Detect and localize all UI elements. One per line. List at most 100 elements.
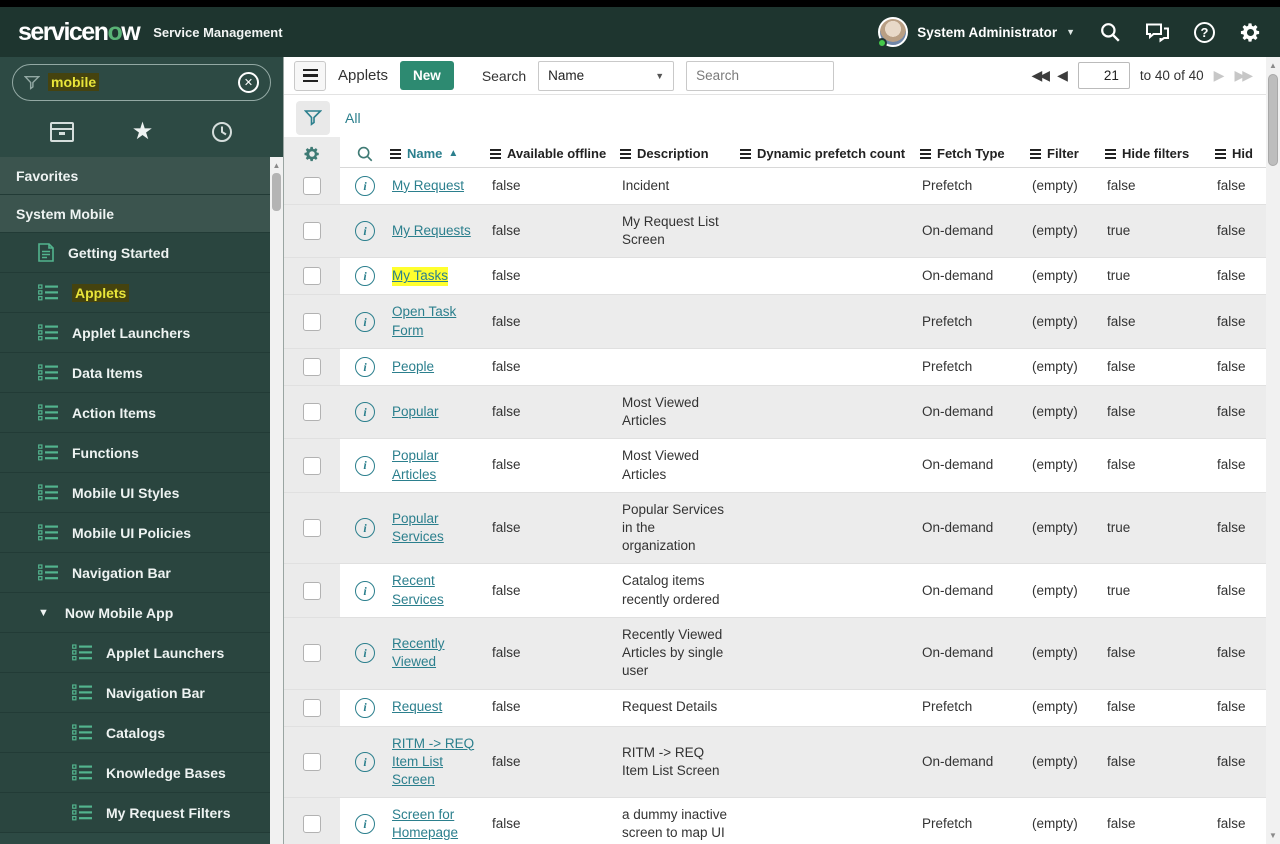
filter-navigator-input[interactable]: mobile ✕ <box>12 63 271 101</box>
sidebar-item-mobile-ui-styles[interactable]: Mobile UI Styles <box>0 473 270 513</box>
applet-name-link[interactable]: My Requests <box>392 222 471 240</box>
table-row: i Popular Services false Popular Services i… <box>284 492 1266 565</box>
row-checkbox[interactable] <box>303 698 321 717</box>
global-search-icon[interactable] <box>1099 21 1121 43</box>
row-checkbox[interactable] <box>303 177 321 195</box>
row-select-cell <box>284 726 340 798</box>
applet-name-link[interactable]: Popular Articles <box>392 447 482 483</box>
personalize-list-gear-icon[interactable] <box>284 136 340 171</box>
applet-name-link[interactable]: My Tasks <box>392 267 449 286</box>
sidebar-item-data-items[interactable]: Data Items <box>0 353 270 393</box>
row-checkbox[interactable] <box>303 815 321 834</box>
info-icon[interactable]: i <box>355 751 375 772</box>
applet-name-link[interactable]: Recent Services <box>392 572 482 608</box>
row-checkbox[interactable] <box>303 222 321 241</box>
cell-available-offline: false <box>492 753 521 769</box>
row-checkbox[interactable] <box>303 403 321 422</box>
info-icon[interactable]: i <box>355 697 375 718</box>
applet-name-link[interactable]: Open Task Form <box>392 303 482 339</box>
info-icon[interactable]: i <box>355 311 375 332</box>
cell-available-offline: false <box>492 223 521 239</box>
applet-name-link[interactable]: People <box>392 358 434 376</box>
table-row: i Recently Viewed false Recently Viewed Art… <box>284 617 1266 690</box>
list-icon <box>72 684 92 701</box>
column-header-dynamic[interactable]: Dynamic prefetch count <box>740 146 920 161</box>
nav-toggle-now-mobile-app[interactable]: ▼ Now Mobile App <box>0 593 270 633</box>
info-icon[interactable]: i <box>355 814 375 835</box>
row-checkbox[interactable] <box>303 644 321 663</box>
applet-name-link[interactable]: Request <box>392 698 442 716</box>
row-number-input[interactable] <box>1077 62 1130 89</box>
info-icon[interactable]: i <box>355 176 375 196</box>
sidebar-item-knowledge-bases[interactable]: Knowledge Bases <box>0 753 270 793</box>
tab-favorites[interactable]: ★ <box>132 120 154 144</box>
sidebar-item-applet-launchers[interactable]: Applet Launchers <box>0 313 270 353</box>
sidebar-item-label: Action Items <box>72 404 157 421</box>
row-checkbox[interactable] <box>303 752 321 771</box>
column-header-filter[interactable]: Filter <box>1030 146 1105 161</box>
list-context-menu-button[interactable] <box>294 60 326 91</box>
info-icon[interactable]: i <box>355 402 375 423</box>
list-search-input[interactable] <box>686 60 835 91</box>
sidebar-item-navigation-bar[interactable]: Navigation Bar <box>0 673 270 713</box>
scroll-up-icon[interactable]: ▲ <box>1266 59 1280 72</box>
sidebar-item-navigation-bar[interactable]: Navigation Bar <box>0 553 270 593</box>
scroll-up-icon[interactable]: ▲ <box>270 159 283 172</box>
column-header-desc[interactable]: Description <box>620 146 740 161</box>
sidebar-item-getting-started[interactable]: Getting Started <box>0 233 270 273</box>
clear-search-icon[interactable]: ✕ <box>238 71 259 93</box>
row-checkbox[interactable] <box>303 456 321 475</box>
previous-page-button[interactable]: ◀ <box>1057 67 1068 84</box>
info-icon[interactable]: i <box>355 518 375 539</box>
info-icon[interactable]: i <box>355 221 375 242</box>
sidebar-item-catalogs[interactable]: Catalogs <box>0 713 270 753</box>
sidebar-item-action-items[interactable]: Action Items <box>0 393 270 433</box>
applet-name-link[interactable]: Popular Services <box>392 510 482 546</box>
first-page-button[interactable]: ◀◀ <box>1032 67 1050 84</box>
row-checkbox[interactable] <box>303 357 321 376</box>
search-field-select[interactable]: Name ▼ <box>538 60 675 91</box>
filter-toggle-button[interactable] <box>296 100 330 135</box>
row-checkbox[interactable] <box>303 312 321 331</box>
scroll-down-icon[interactable]: ▼ <box>1266 829 1280 842</box>
breadcrumb-all-link[interactable]: All <box>345 110 361 126</box>
sidebar-scroll-thumb[interactable] <box>272 173 281 211</box>
info-icon[interactable]: i <box>355 455 375 476</box>
nav-toggle-label: Now Mobile App <box>64 604 174 621</box>
list-scroll-thumb[interactable] <box>1268 74 1278 166</box>
info-icon[interactable]: i <box>355 356 375 377</box>
cell-name: My Requests <box>390 205 490 257</box>
table-row: i My Requests false My Request List Screen O… <box>284 205 1266 259</box>
column-header-fetch[interactable]: Fetch Type <box>920 146 1030 161</box>
list-search-icon[interactable] <box>340 137 390 171</box>
sidebar-item-mobile-ui-policies[interactable]: Mobile UI Policies <box>0 513 270 553</box>
new-button[interactable]: New <box>400 61 454 90</box>
applet-name-link[interactable]: My Request <box>392 177 464 195</box>
tab-all-applications[interactable] <box>49 121 75 143</box>
info-icon[interactable]: i <box>355 580 375 601</box>
column-header-offline[interactable]: Available offline <box>490 146 620 161</box>
next-page-button: ▶ <box>1213 67 1225 83</box>
sidebar-item-my-request-filters[interactable]: My Request Filters <box>0 793 270 833</box>
column-header-name[interactable]: Name ▲ <box>390 146 490 161</box>
applet-name-link[interactable]: RITM -> REQ Item List Screen <box>392 735 482 790</box>
cell-fetch-type: Prefetch <box>922 313 973 329</box>
user-menu[interactable]: System Administrator ▼ <box>877 17 1075 48</box>
column-header-hid[interactable]: Hid <box>1215 146 1263 161</box>
row-checkbox[interactable] <box>303 581 321 600</box>
sidebar-item-applet-launchers[interactable]: Applet Launchers <box>0 633 270 673</box>
applet-name-link[interactable]: Recently Viewed <box>392 635 482 671</box>
applet-name-link[interactable]: Popular <box>392 403 439 421</box>
help-icon[interactable]: ? <box>1194 21 1215 43</box>
gear-icon[interactable] <box>1239 21 1262 44</box>
row-checkbox[interactable] <box>303 267 321 286</box>
tab-history[interactable] <box>210 120 234 144</box>
applet-name-link[interactable]: Screen for Homepage <box>392 806 482 842</box>
info-icon[interactable]: i <box>355 643 375 664</box>
row-checkbox[interactable] <box>303 519 321 538</box>
sidebar-item-applets[interactable]: Applets <box>0 273 270 313</box>
column-header-hidefilters[interactable]: Hide filters <box>1105 146 1215 161</box>
connect-chat-icon[interactable] <box>1145 21 1170 43</box>
info-icon[interactable]: i <box>355 266 375 287</box>
sidebar-item-functions[interactable]: Functions <box>0 433 270 473</box>
